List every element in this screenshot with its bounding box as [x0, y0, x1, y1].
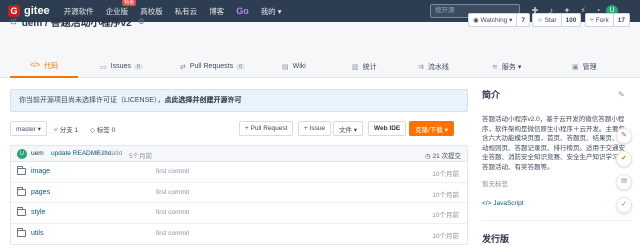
- tab-services-label: 服务 ▾: [501, 63, 522, 71]
- float-task-button[interactable]: ✔: [616, 151, 632, 167]
- commit-hash[interactable]: b30ea9d: [97, 150, 122, 157]
- wiki-icon: ▤: [282, 63, 289, 71]
- commit-author-avatar[interactable]: U: [17, 149, 27, 159]
- services-icon: ≋: [492, 63, 498, 71]
- tags-link[interactable]: ◇ 标签 0: [90, 124, 115, 134]
- file-commit-message[interactable]: first commit: [156, 209, 189, 216]
- tab-issues-label: Issues: [110, 63, 131, 70]
- file-name[interactable]: pages: [31, 189, 50, 196]
- file-commit-message[interactable]: first commit: [156, 189, 189, 196]
- sidebar-divider: [482, 220, 632, 221]
- file-commit-time: 10个月前: [432, 232, 459, 240]
- fork-label: ⑂ Fork: [586, 14, 614, 26]
- file-row[interactable]: utils first commit 10个月前: [11, 224, 467, 245]
- repo-settings-icon[interactable]: ⚙: [138, 17, 145, 26]
- code-icon: </>: [30, 62, 41, 69]
- issues-count-badge: 0: [133, 63, 143, 70]
- commit-author[interactable]: uem: [31, 150, 44, 157]
- tab-wiki[interactable]: ▤ Wiki: [282, 55, 306, 78]
- watch-label: ◉ Watching ▾: [469, 14, 518, 26]
- repo-toolbar: master ▾ ⑂ 分支 1 ◇ 标签 0 + Pull Request + …: [10, 121, 468, 137]
- float-message-button[interactable]: ✉: [616, 174, 632, 190]
- tab-pull-requests-label: Pull Requests: [189, 63, 234, 70]
- file-name[interactable]: image: [31, 168, 50, 175]
- repo-icon: ⊡: [10, 17, 17, 26]
- star-button[interactable]: ☆ Star 100: [532, 13, 582, 27]
- file-row[interactable]: pages first commit 10个月前: [11, 183, 467, 203]
- nav-blog[interactable]: 博客: [209, 6, 224, 17]
- repo-tabs: </> 代码 ▭ Issues 0 ⇄ Pull Requests 0 ▤ Wiki ▥ 统计…: [0, 55, 640, 78]
- file-commit-message[interactable]: first commit: [156, 168, 189, 175]
- file-row[interactable]: image first commit 10个月前: [11, 162, 467, 183]
- fork-count[interactable]: 17: [614, 17, 629, 24]
- pull-request-icon: ⇄: [180, 63, 186, 71]
- new-issue-button[interactable]: + Issue: [298, 121, 332, 136]
- file-dropdown[interactable]: 文件 ▾: [333, 121, 364, 136]
- nav-mine-dropdown[interactable]: 我的 ▾: [261, 6, 282, 17]
- repo-title: ⊡ uem / 答题活动小程序v2 ⚙: [10, 14, 145, 29]
- tab-code[interactable]: </> 代码: [10, 55, 79, 78]
- commit-time: 5个月前: [129, 153, 153, 160]
- tab-statistics[interactable]: ▥ 统计: [352, 55, 377, 78]
- pull-requests-count-badge: 0: [236, 63, 246, 70]
- nav-go[interactable]: Go: [236, 6, 249, 16]
- clone-download-button[interactable]: 克隆/下载 ▾: [409, 121, 454, 136]
- language-label: JavaScript: [493, 200, 524, 207]
- repo-sidebar: 简介 答题活动小程序v2.0，基于云开发的微信答题小程序，软件架构是微信原生小程…: [482, 88, 632, 245]
- folder-icon: [17, 227, 26, 237]
- branches-link[interactable]: ⑂ 分支 1: [54, 124, 78, 134]
- file-commit-message[interactable]: first commit: [156, 230, 189, 237]
- tab-statistics-label: 统计: [362, 63, 377, 71]
- file-row[interactable]: style first commit 10个月前: [11, 203, 467, 224]
- star-count[interactable]: 100: [562, 17, 581, 24]
- folder-icon: [17, 166, 26, 175]
- tab-wiki-label: Wiki: [292, 63, 306, 70]
- tab-code-label: 代码: [44, 62, 59, 70]
- tab-pipeline[interactable]: ⇉ 流水线: [418, 55, 449, 78]
- file-commit-time: 10个月前: [432, 191, 459, 199]
- float-feedback-button[interactable]: ✎: [616, 128, 632, 144]
- nav-private-cloud[interactable]: 私有云: [175, 6, 198, 17]
- license-notice-text: 你当前开源项目尚未选择许可证（LICENSE），: [19, 97, 165, 104]
- edit-description-icon[interactable]: ✎: [618, 90, 625, 99]
- float-check-button[interactable]: ✓: [616, 197, 632, 213]
- tab-pull-requests[interactable]: ⇄ Pull Requests 0: [180, 55, 246, 78]
- tab-manage-label: 管理: [582, 63, 597, 71]
- intro-title: 简介: [482, 90, 501, 100]
- pipeline-icon: ⇉: [418, 63, 424, 71]
- branch-select[interactable]: master ▾: [10, 121, 47, 136]
- star-label: ☆ Star: [533, 14, 562, 26]
- language-link[interactable]: </> JavaScript: [482, 200, 632, 207]
- tab-issues[interactable]: ▭ Issues 0: [100, 55, 143, 78]
- repo-description: 答题活动小程序v2.0，基于云开发的微信答题小程序，软件架构是微信原生小程序＋云…: [482, 116, 625, 171]
- repo-name[interactable]: uem / 答题活动小程序v2: [22, 14, 132, 29]
- manage-icon: ▣: [572, 63, 579, 71]
- fork-button[interactable]: ⑂ Fork 17: [585, 13, 630, 27]
- tab-pipeline-label: 流水线: [427, 63, 449, 71]
- no-tags-label: 暂无标签: [482, 181, 508, 188]
- folder-icon: [17, 186, 26, 196]
- releases-title: 发行版: [482, 234, 510, 244]
- file-commit-time: 10个月前: [432, 171, 459, 178]
- web-ide-button[interactable]: Web IDE: [368, 121, 407, 136]
- file-commit-time: 10个月前: [432, 212, 459, 219]
- latest-commit-row: U uem update README.md. b30ea9d 5个月前 ◷ 2…: [11, 146, 467, 162]
- new-pull-request-button[interactable]: + Pull Request: [239, 121, 294, 136]
- statistics-icon: ▥: [352, 63, 359, 71]
- tab-services[interactable]: ≋ 服务 ▾: [492, 55, 521, 78]
- file-table: U uem update README.md. b30ea9d 5个月前 ◷ 2…: [10, 145, 468, 245]
- watch-count[interactable]: 7: [517, 17, 529, 24]
- issues-icon: ▭: [100, 63, 107, 71]
- enterprise-promo-badge: 特惠: [122, 0, 137, 6]
- file-name[interactable]: style: [31, 209, 45, 216]
- commit-count-link[interactable]: ◷ 21 次提交: [425, 150, 461, 160]
- file-name[interactable]: utils: [31, 230, 43, 237]
- watch-button[interactable]: ◉ Watching ▾ 7: [468, 13, 531, 27]
- create-license-link[interactable]: 点此选择并创建开源许可: [164, 97, 241, 104]
- code-language-icon: </>: [482, 200, 494, 207]
- license-notice: 你当前开源项目尚未选择许可证（LICENSE），点此选择并创建开源许可: [10, 89, 468, 112]
- folder-icon: [17, 207, 26, 216]
- tab-manage[interactable]: ▣ 管理: [572, 55, 597, 78]
